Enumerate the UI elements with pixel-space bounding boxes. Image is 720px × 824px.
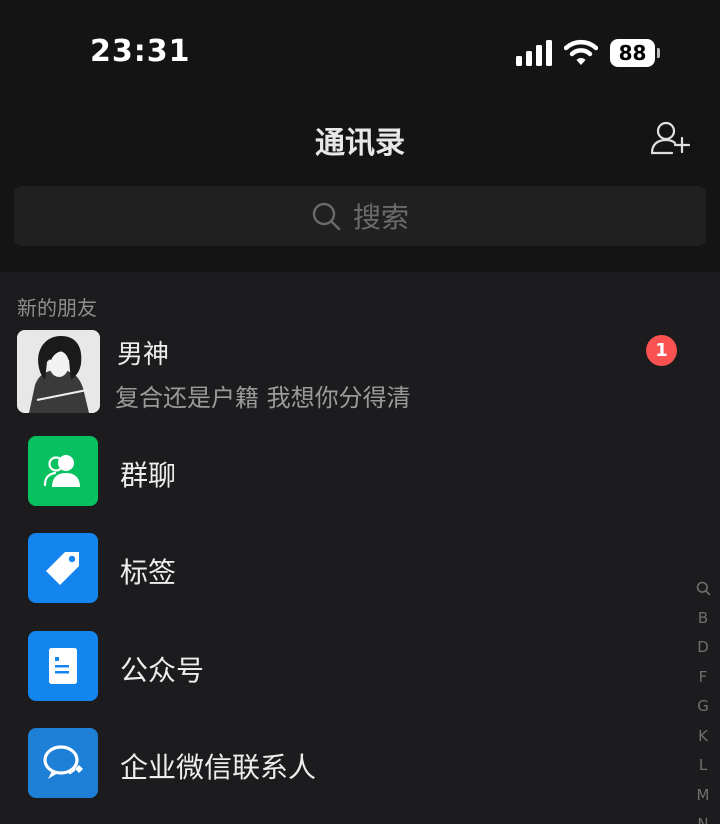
index-letter[interactable]: D: [690, 633, 716, 663]
battery-tip: [657, 48, 660, 58]
index-letter[interactable]: F: [690, 663, 716, 693]
header-area: 23:31 88 通讯录 搜索: [0, 0, 720, 272]
index-letter[interactable]: L: [690, 751, 716, 781]
friend-name: 男神: [117, 340, 170, 370]
group-chat-icon: [28, 436, 98, 506]
status-bar: 23:31 88: [0, 0, 720, 100]
index-letter[interactable]: M: [690, 781, 716, 811]
search-icon: [311, 201, 341, 231]
entry-label-tags: 标签: [120, 556, 177, 589]
alphabet-index-bar[interactable]: B D F G K L M N: [690, 574, 716, 824]
tag-icon: [28, 533, 98, 603]
avatar: [17, 330, 100, 413]
index-letter[interactable]: N: [690, 810, 716, 824]
page-title: 通讯录: [315, 126, 405, 161]
entry-wecom-contacts[interactable]: 企业微信联系人: [0, 714, 690, 812]
index-letter[interactable]: G: [690, 692, 716, 722]
index-letter[interactable]: B: [690, 604, 716, 634]
search-bar[interactable]: 搜索: [14, 186, 706, 246]
new-friend-item[interactable]: 男神 复合还是户籍 我想你分得清 1: [0, 328, 720, 414]
unread-badge: 1: [646, 335, 677, 366]
entry-official-accounts[interactable]: 公众号: [0, 617, 690, 715]
entry-group-chat[interactable]: 群聊: [0, 422, 690, 520]
wecom-icon: [28, 728, 98, 798]
battery-indicator: 88: [610, 39, 660, 67]
status-time: 23:31: [90, 34, 191, 69]
entry-tags[interactable]: 标签: [0, 519, 690, 617]
add-contact-icon[interactable]: [650, 120, 692, 156]
signal-icon: [516, 40, 552, 66]
index-search-icon[interactable]: [690, 574, 716, 604]
entry-label-official-accounts: 公众号: [120, 654, 205, 687]
index-letter[interactable]: K: [690, 722, 716, 752]
wifi-icon: [564, 39, 598, 65]
new-friends-label: 新的朋友: [17, 296, 97, 320]
search-placeholder: 搜索: [352, 201, 409, 234]
entry-label-wecom-contacts: 企业微信联系人: [120, 751, 317, 784]
official-account-icon: [28, 631, 98, 701]
entry-label-group-chat: 群聊: [120, 459, 177, 492]
battery-level: 88: [610, 39, 655, 67]
friend-message: 复合还是户籍 我想你分得清: [115, 384, 411, 412]
